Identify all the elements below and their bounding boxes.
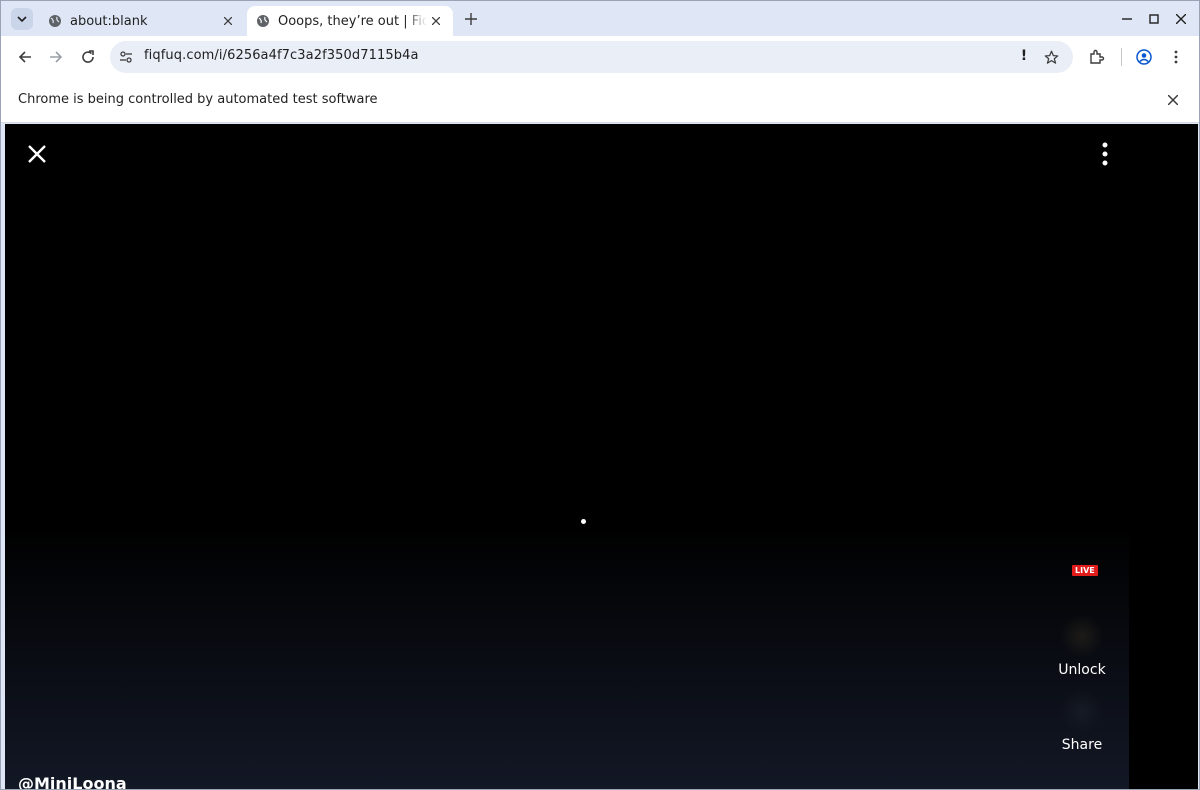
maximize-button[interactable] [1144,9,1164,29]
minimize-icon [1122,18,1132,20]
extensions-icon [1090,49,1105,64]
forward-arrow-icon [50,51,63,63]
close-icon [1176,14,1186,24]
unlock-label: Unlock [1058,662,1106,678]
tab-close-button[interactable] [427,12,445,30]
back-arrow-icon [18,51,31,63]
site-info-icon [120,51,132,63]
media-viewer: LIVE Unlock Share @MiniLoona [5,124,1198,789]
profile-icon [1136,49,1152,65]
close-icon [432,17,440,25]
forward-button[interactable] [44,45,68,69]
tab-close-button[interactable] [219,12,237,30]
globe-icon [257,15,269,27]
plus-icon [465,13,477,25]
minimize-button[interactable] [1117,9,1137,29]
viewer-more-button[interactable] [1095,140,1115,168]
share-icon [1060,689,1104,733]
back-button[interactable] [13,45,37,69]
browser-toolbar: fiqfuq.com/i/6256a4f7c3a2f350d7115b4a ! [1,36,1199,78]
share-label: Share [1061,737,1103,753]
viewer-close-button[interactable] [25,142,49,166]
bottom-gradient [5,524,1129,789]
unlock-button[interactable]: Unlock [1045,614,1119,678]
url-text[interactable]: fiqfuq.com/i/6256a4f7c3a2f350d7115b4a [144,48,419,63]
url-warning-indicator[interactable]: ! [1016,48,1032,66]
tab-fiqfuq[interactable]: Ooops, they’re out | FiqFuq [247,6,453,36]
browser-window: about:blank Ooops, they’re out | FiqFuq [0,0,1200,790]
tab-strip: about:blank Ooops, they’re out | FiqFuq [1,1,1199,36]
browser-menu-button[interactable] [1164,45,1188,69]
close-window-button[interactable] [1171,9,1191,29]
tab-title: Ooops, they’re out | FiqFuq [278,13,427,29]
profile-button[interactable] [1132,45,1156,69]
tab-search-icon [17,16,27,23]
extensions-button[interactable] [1085,45,1109,69]
close-icon [28,145,46,163]
new-tab-button[interactable] [461,9,481,29]
close-icon [1168,95,1178,105]
maximize-icon [1149,14,1159,24]
automation-infobar: Chrome is being controlled by automated … [1,78,1199,123]
more-vert-icon [1102,142,1108,166]
reload-icon [82,50,94,63]
loading-indicator [581,519,586,524]
address-bar[interactable]: fiqfuq.com/i/6256a4f7c3a2f350d7115b4a ! [110,41,1073,73]
tab-title: about:blank [70,13,148,29]
more-vert-icon [1174,50,1178,64]
site-info-button[interactable] [118,49,134,65]
share-button[interactable]: Share [1045,689,1119,753]
globe-icon [49,15,61,27]
infobar-message: Chrome is being controlled by automated … [18,92,378,107]
star-icon [1044,50,1058,64]
reload-button[interactable] [76,45,100,69]
tab-about-blank[interactable]: about:blank [39,6,245,36]
bookmark-button[interactable] [1042,48,1060,66]
unlock-icon [1060,614,1104,658]
toolbar-separator [1121,48,1122,66]
live-badge: LIVE [1072,565,1098,576]
viewer-side-strip [1129,124,1198,789]
infobar-close-button[interactable] [1164,91,1182,109]
tab-search-button[interactable] [11,8,33,30]
creator-handle[interactable]: @MiniLoona [18,774,127,789]
close-icon [224,17,232,25]
